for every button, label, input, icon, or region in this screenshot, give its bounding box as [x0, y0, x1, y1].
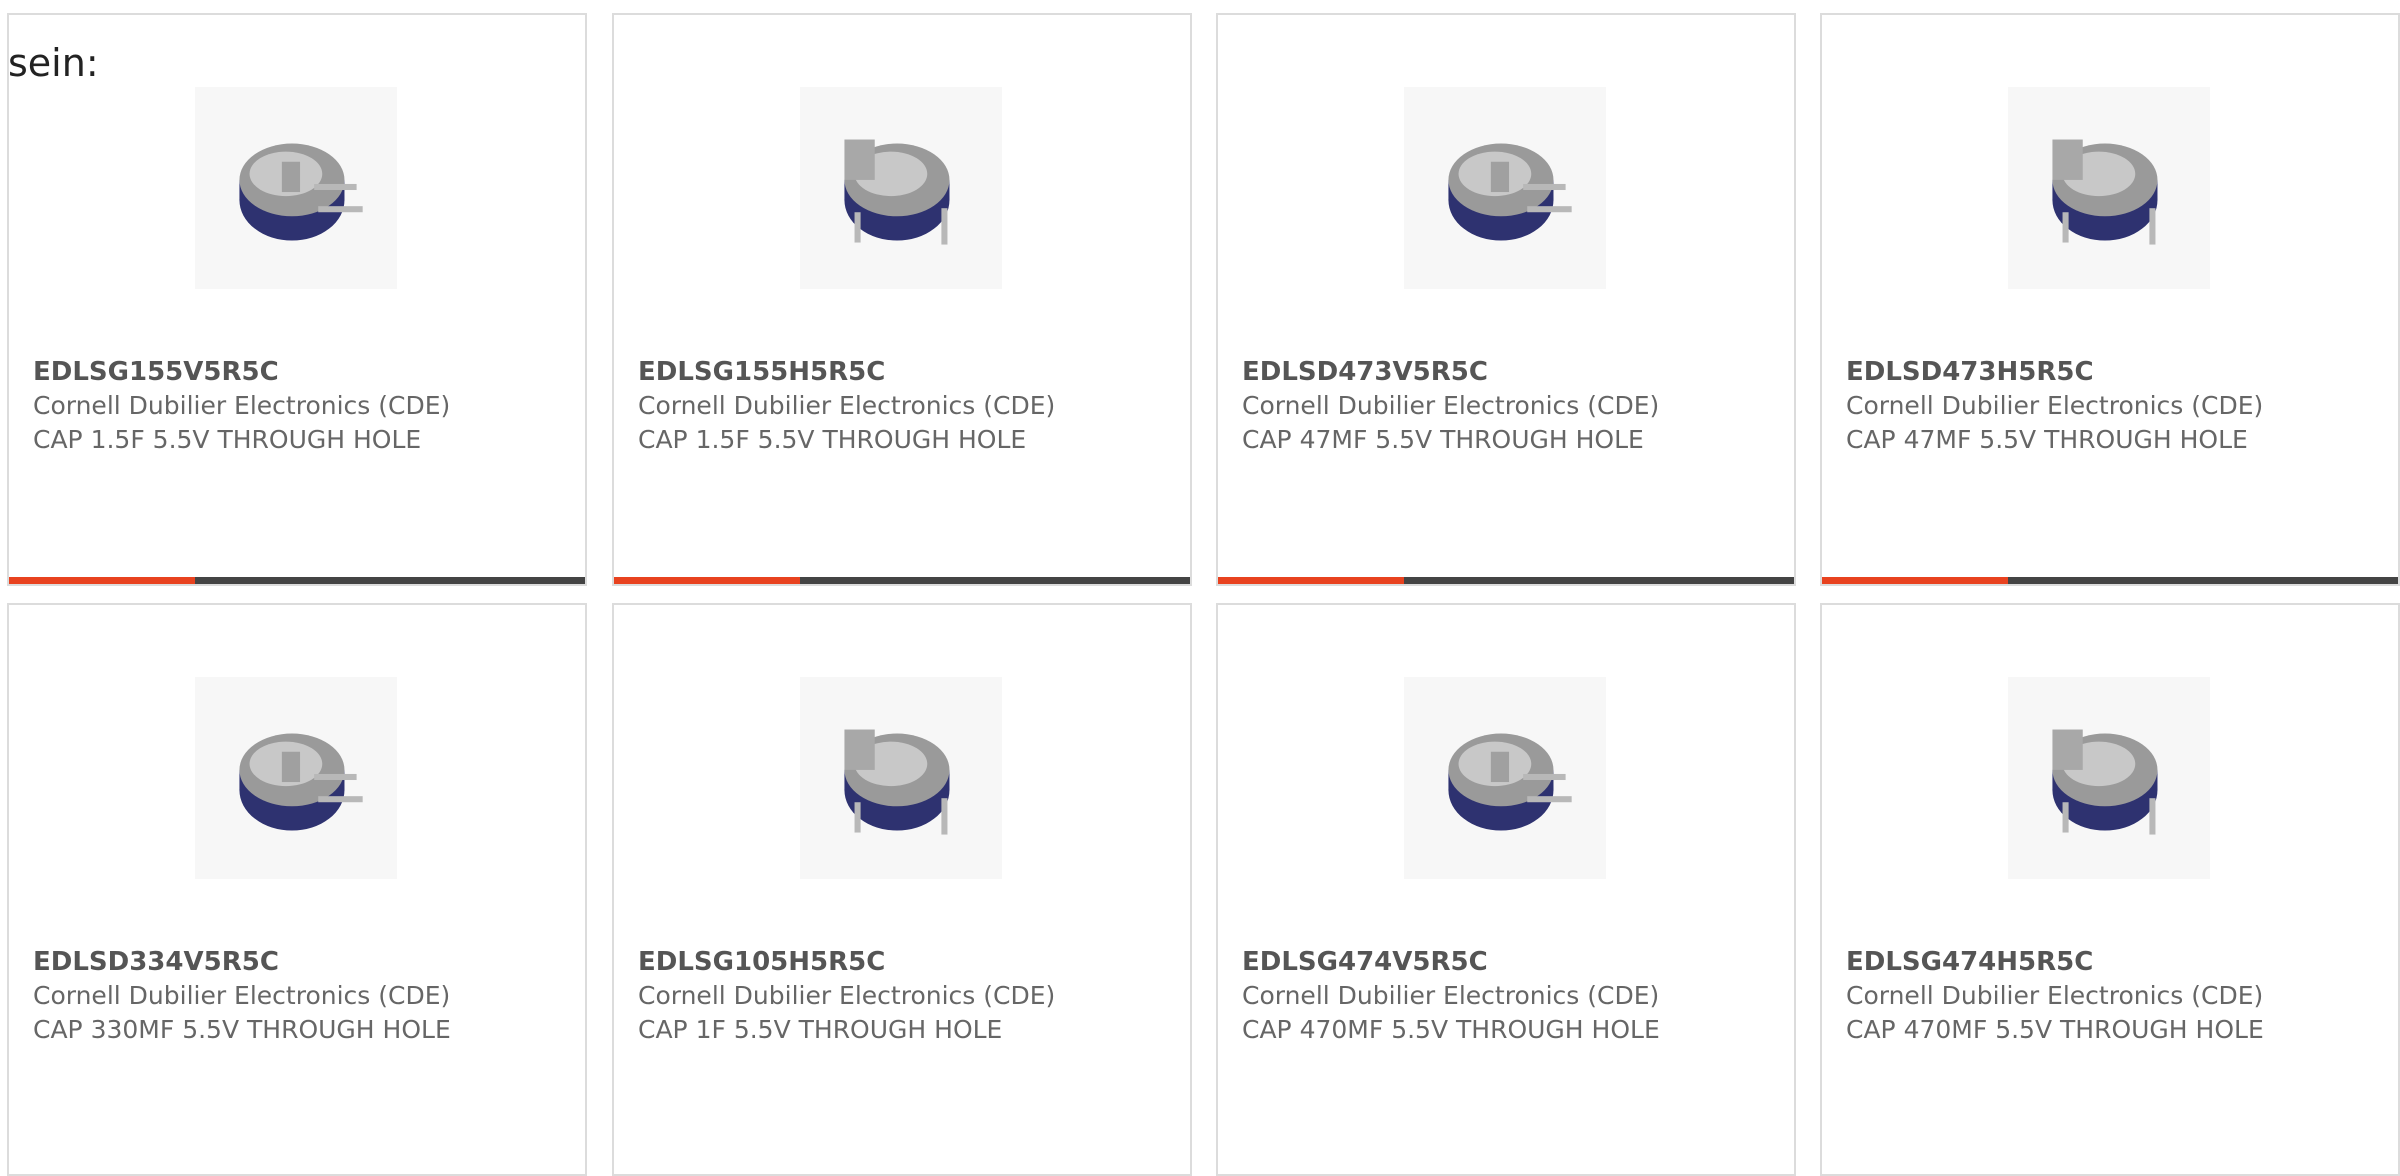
product-image[interactable]: [2008, 87, 2210, 289]
card-progress-fill: [1218, 577, 1404, 584]
product-image[interactable]: [195, 87, 397, 289]
product-image[interactable]: [1404, 677, 1606, 879]
card-progress-bar: [1218, 577, 1794, 584]
intro-text: sein:: [8, 41, 99, 85]
manufacturer: Cornell Dubilier Electronics (CDE): [638, 981, 1056, 1010]
product-card[interactable]: EDLSG155V5R5C Cornell Dubilier Electronic…: [7, 13, 587, 586]
part-number[interactable]: EDLSD473H5R5C: [1846, 355, 2388, 389]
product-info: EDLSD334V5R5C Cornell Dubilier Electronic…: [33, 945, 575, 1047]
product-description: CAP 330MF 5.5V THROUGH HOLE: [33, 1015, 451, 1044]
manufacturer: Cornell Dubilier Electronics (CDE): [1846, 981, 2264, 1010]
product-card[interactable]: EDLSD473V5R5C Cornell Dubilier Electronic…: [1216, 13, 1796, 586]
product-description: CAP 1.5F 5.5V THROUGH HOLE: [33, 425, 422, 454]
supercapacitor-vertical-icon: [1448, 733, 1572, 831]
card-progress-fill: [9, 577, 195, 584]
part-number[interactable]: EDLSD334V5R5C: [33, 945, 575, 979]
part-number[interactable]: EDLSD473V5R5C: [1242, 355, 1784, 389]
product-info: EDLSG105H5R5C Cornell Dubilier Electronic…: [638, 945, 1180, 1047]
product-info: EDLSG155V5R5C Cornell Dubilier Electronic…: [33, 355, 575, 457]
product-card[interactable]: EDLSG474V5R5C Cornell Dubilier Electronic…: [1216, 603, 1796, 1176]
product-description: CAP 47MF 5.5V THROUGH HOLE: [1846, 425, 2248, 454]
product-grid: EDLSG155V5R5C Cornell Dubilier Electronic…: [0, 0, 2400, 1176]
product-info: EDLSD473H5R5C Cornell Dubilier Electronic…: [1846, 355, 2388, 457]
card-progress-bar: [614, 577, 1190, 584]
product-image[interactable]: [800, 87, 1002, 289]
product-description: CAP 1F 5.5V THROUGH HOLE: [638, 1015, 1003, 1044]
product-card[interactable]: EDLSG105H5R5C Cornell Dubilier Electronic…: [612, 603, 1192, 1176]
product-card[interactable]: EDLSD473H5R5C Cornell Dubilier Electronic…: [1820, 13, 2400, 586]
manufacturer: Cornell Dubilier Electronics (CDE): [33, 391, 451, 420]
product-description: CAP 470MF 5.5V THROUGH HOLE: [1846, 1015, 2264, 1044]
product-image[interactable]: [2008, 677, 2210, 879]
manufacturer: Cornell Dubilier Electronics (CDE): [33, 981, 451, 1010]
supercapacitor-horizontal-icon: [2052, 729, 2158, 835]
product-description: CAP 470MF 5.5V THROUGH HOLE: [1242, 1015, 1660, 1044]
product-info: EDLSG474V5R5C Cornell Dubilier Electronic…: [1242, 945, 1784, 1047]
card-progress-bar: [9, 577, 585, 584]
product-image[interactable]: [195, 677, 397, 879]
part-number[interactable]: EDLSG155V5R5C: [33, 355, 575, 389]
card-progress-fill: [1822, 577, 2008, 584]
card-progress-bar: [1822, 577, 2398, 584]
manufacturer: Cornell Dubilier Electronics (CDE): [1846, 391, 2264, 420]
product-info: EDLSG155H5R5C Cornell Dubilier Electronic…: [638, 355, 1180, 457]
manufacturer: Cornell Dubilier Electronics (CDE): [638, 391, 1056, 420]
product-description: CAP 47MF 5.5V THROUGH HOLE: [1242, 425, 1644, 454]
product-info: EDLSG474H5R5C Cornell Dubilier Electronic…: [1846, 945, 2388, 1047]
product-description: CAP 1.5F 5.5V THROUGH HOLE: [638, 425, 1027, 454]
supercapacitor-horizontal-icon: [844, 139, 950, 245]
product-card[interactable]: EDLSG155H5R5C Cornell Dubilier Electronic…: [612, 13, 1192, 586]
supercapacitor-vertical-icon: [1448, 143, 1572, 241]
part-number[interactable]: EDLSG105H5R5C: [638, 945, 1180, 979]
product-image[interactable]: [1404, 87, 1606, 289]
supercapacitor-vertical-icon: [239, 143, 363, 241]
supercapacitor-horizontal-icon: [2052, 139, 2158, 245]
product-info: EDLSD473V5R5C Cornell Dubilier Electronic…: [1242, 355, 1784, 457]
manufacturer: Cornell Dubilier Electronics (CDE): [1242, 391, 1660, 420]
product-image[interactable]: [800, 677, 1002, 879]
supercapacitor-horizontal-icon: [844, 729, 950, 835]
part-number[interactable]: EDLSG474V5R5C: [1242, 945, 1784, 979]
part-number[interactable]: EDLSG155H5R5C: [638, 355, 1180, 389]
supercapacitor-vertical-icon: [239, 733, 363, 831]
product-card[interactable]: EDLSG474H5R5C Cornell Dubilier Electronic…: [1820, 603, 2400, 1176]
part-number[interactable]: EDLSG474H5R5C: [1846, 945, 2388, 979]
card-progress-fill: [614, 577, 800, 584]
manufacturer: Cornell Dubilier Electronics (CDE): [1242, 981, 1660, 1010]
product-card[interactable]: EDLSD334V5R5C Cornell Dubilier Electronic…: [7, 603, 587, 1176]
